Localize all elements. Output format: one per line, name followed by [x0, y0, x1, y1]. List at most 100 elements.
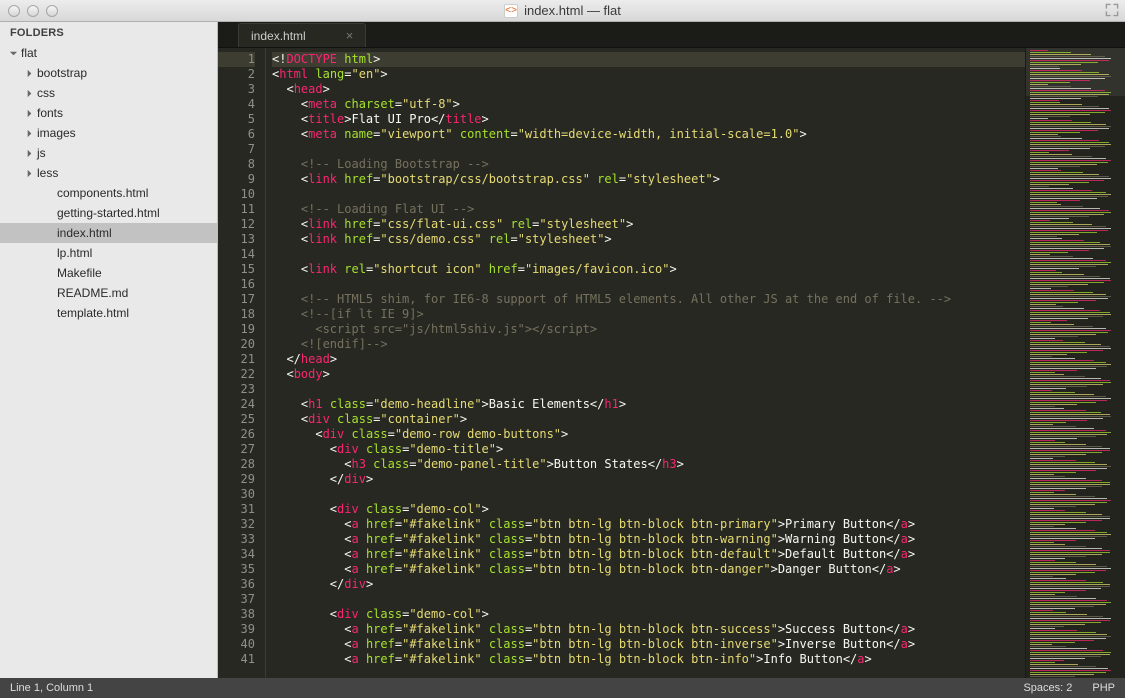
line-number[interactable]: 26 [218, 427, 255, 442]
code-line[interactable]: <link href="css/demo.css" rel="styleshee… [272, 232, 1025, 247]
code-line[interactable]: <!DOCTYPE html> [272, 52, 1025, 67]
line-number[interactable]: 32 [218, 517, 255, 532]
line-number[interactable]: 37 [218, 592, 255, 607]
code-line[interactable]: </div> [272, 577, 1025, 592]
code-line[interactable] [272, 487, 1025, 502]
line-number[interactable]: 4 [218, 97, 255, 112]
code-line[interactable] [272, 382, 1025, 397]
folder-images[interactable]: images [0, 123, 217, 143]
line-number[interactable]: 34 [218, 547, 255, 562]
folder-tree[interactable]: flatbootstrapcssfontsimagesjslesscompone… [0, 43, 217, 327]
line-number[interactable]: 14 [218, 247, 255, 262]
code-line[interactable]: <div class="demo-col"> [272, 607, 1025, 622]
line-number[interactable]: 6 [218, 127, 255, 142]
line-number[interactable]: 12 [218, 217, 255, 232]
line-number[interactable]: 24 [218, 397, 255, 412]
line-number[interactable]: 35 [218, 562, 255, 577]
status-indent[interactable]: Spaces: 2 [1023, 682, 1072, 694]
file-Makefile[interactable]: Makefile [0, 263, 217, 283]
code-line[interactable]: <title>Flat UI Pro</title> [272, 112, 1025, 127]
expand-icon[interactable] [1105, 3, 1119, 17]
close-window-button[interactable] [8, 5, 20, 17]
line-number[interactable]: 33 [218, 532, 255, 547]
line-number[interactable]: 2 [218, 67, 255, 82]
folder-root[interactable]: flat [0, 43, 217, 63]
line-number[interactable]: 1 [218, 52, 255, 67]
code-line[interactable]: <!--[if lt IE 9]> [272, 307, 1025, 322]
line-number[interactable]: 29 [218, 472, 255, 487]
code-line[interactable]: <link href="bootstrap/css/bootstrap.css"… [272, 172, 1025, 187]
code-line[interactable]: <h1 class="demo-headline">Basic Elements… [272, 397, 1025, 412]
status-cursor-position[interactable]: Line 1, Column 1 [10, 682, 93, 694]
file-index.html[interactable]: index.html [0, 223, 217, 243]
code-line[interactable]: <a href="#fakelink" class="btn btn-lg bt… [272, 532, 1025, 547]
code-line[interactable]: <head> [272, 82, 1025, 97]
folder-fonts[interactable]: fonts [0, 103, 217, 123]
code-line[interactable]: <div class="demo-title"> [272, 442, 1025, 457]
code-line[interactable]: <meta name="viewport" content="width=dev… [272, 127, 1025, 142]
line-number[interactable]: 30 [218, 487, 255, 502]
folder-bootstrap[interactable]: bootstrap [0, 63, 217, 83]
line-number[interactable]: 16 [218, 277, 255, 292]
line-number[interactable]: 17 [218, 292, 255, 307]
tab-index-html[interactable]: index.html × [238, 23, 366, 47]
line-number[interactable]: 22 [218, 367, 255, 382]
code-line[interactable]: <div class="demo-row demo-buttons"> [272, 427, 1025, 442]
line-number[interactable]: 8 [218, 157, 255, 172]
code-line[interactable]: <a href="#fakelink" class="btn btn-lg bt… [272, 652, 1025, 667]
file-getting-started.html[interactable]: getting-started.html [0, 203, 217, 223]
code-line[interactable]: </head> [272, 352, 1025, 367]
code-line[interactable]: <!-- Loading Flat UI --> [272, 202, 1025, 217]
file-README.md[interactable]: README.md [0, 283, 217, 303]
code-line[interactable] [272, 187, 1025, 202]
line-number[interactable]: 18 [218, 307, 255, 322]
line-number[interactable]: 20 [218, 337, 255, 352]
minimize-window-button[interactable] [27, 5, 39, 17]
line-number[interactable]: 38 [218, 607, 255, 622]
line-number[interactable]: 39 [218, 622, 255, 637]
line-number[interactable]: 28 [218, 457, 255, 472]
code-line[interactable]: <a href="#fakelink" class="btn btn-lg bt… [272, 517, 1025, 532]
code-line[interactable] [272, 592, 1025, 607]
line-number[interactable]: 10 [218, 187, 255, 202]
line-number[interactable]: 3 [218, 82, 255, 97]
code-line[interactable]: <![endif]--> [272, 337, 1025, 352]
code-line[interactable]: <body> [272, 367, 1025, 382]
code-line[interactable]: <!-- Loading Bootstrap --> [272, 157, 1025, 172]
minimap[interactable] [1025, 48, 1125, 678]
line-number[interactable]: 13 [218, 232, 255, 247]
code-line[interactable]: <a href="#fakelink" class="btn btn-lg bt… [272, 637, 1025, 652]
file-components.html[interactable]: components.html [0, 183, 217, 203]
code-line[interactable] [272, 277, 1025, 292]
line-number[interactable]: 25 [218, 412, 255, 427]
close-icon[interactable]: × [346, 28, 354, 43]
line-number[interactable]: 15 [218, 262, 255, 277]
code-line[interactable]: </div> [272, 472, 1025, 487]
line-number[interactable]: 27 [218, 442, 255, 457]
line-number[interactable]: 9 [218, 172, 255, 187]
code-line[interactable]: <link rel="shortcut icon" href="images/f… [272, 262, 1025, 277]
line-number[interactable]: 19 [218, 322, 255, 337]
line-number[interactable]: 31 [218, 502, 255, 517]
line-number[interactable]: 41 [218, 652, 255, 667]
code-line[interactable]: <!-- HTML5 shim, for IE6-8 support of HT… [272, 292, 1025, 307]
line-number[interactable]: 11 [218, 202, 255, 217]
line-number[interactable]: 23 [218, 382, 255, 397]
code-line[interactable]: <a href="#fakelink" class="btn btn-lg bt… [272, 622, 1025, 637]
code-line[interactable]: <html lang="en"> [272, 67, 1025, 82]
file-template.html[interactable]: template.html [0, 303, 217, 323]
code-line[interactable]: <h3 class="demo-panel-title">Button Stat… [272, 457, 1025, 472]
code-line[interactable] [272, 247, 1025, 262]
code-line[interactable]: <link href="css/flat-ui.css" rel="styles… [272, 217, 1025, 232]
line-gutter[interactable]: 1234567891011121314151617181920212223242… [218, 48, 266, 678]
folder-less[interactable]: less [0, 163, 217, 183]
code-line[interactable]: <script src="js/html5shiv.js"></script> [272, 322, 1025, 337]
code-line[interactable] [272, 142, 1025, 157]
folder-css[interactable]: css [0, 83, 217, 103]
line-number[interactable]: 21 [218, 352, 255, 367]
line-number[interactable]: 7 [218, 142, 255, 157]
line-number[interactable]: 40 [218, 637, 255, 652]
code-area[interactable]: <!DOCTYPE html><html lang="en"> <head> <… [266, 48, 1025, 678]
file-lp.html[interactable]: lp.html [0, 243, 217, 263]
line-number[interactable]: 5 [218, 112, 255, 127]
